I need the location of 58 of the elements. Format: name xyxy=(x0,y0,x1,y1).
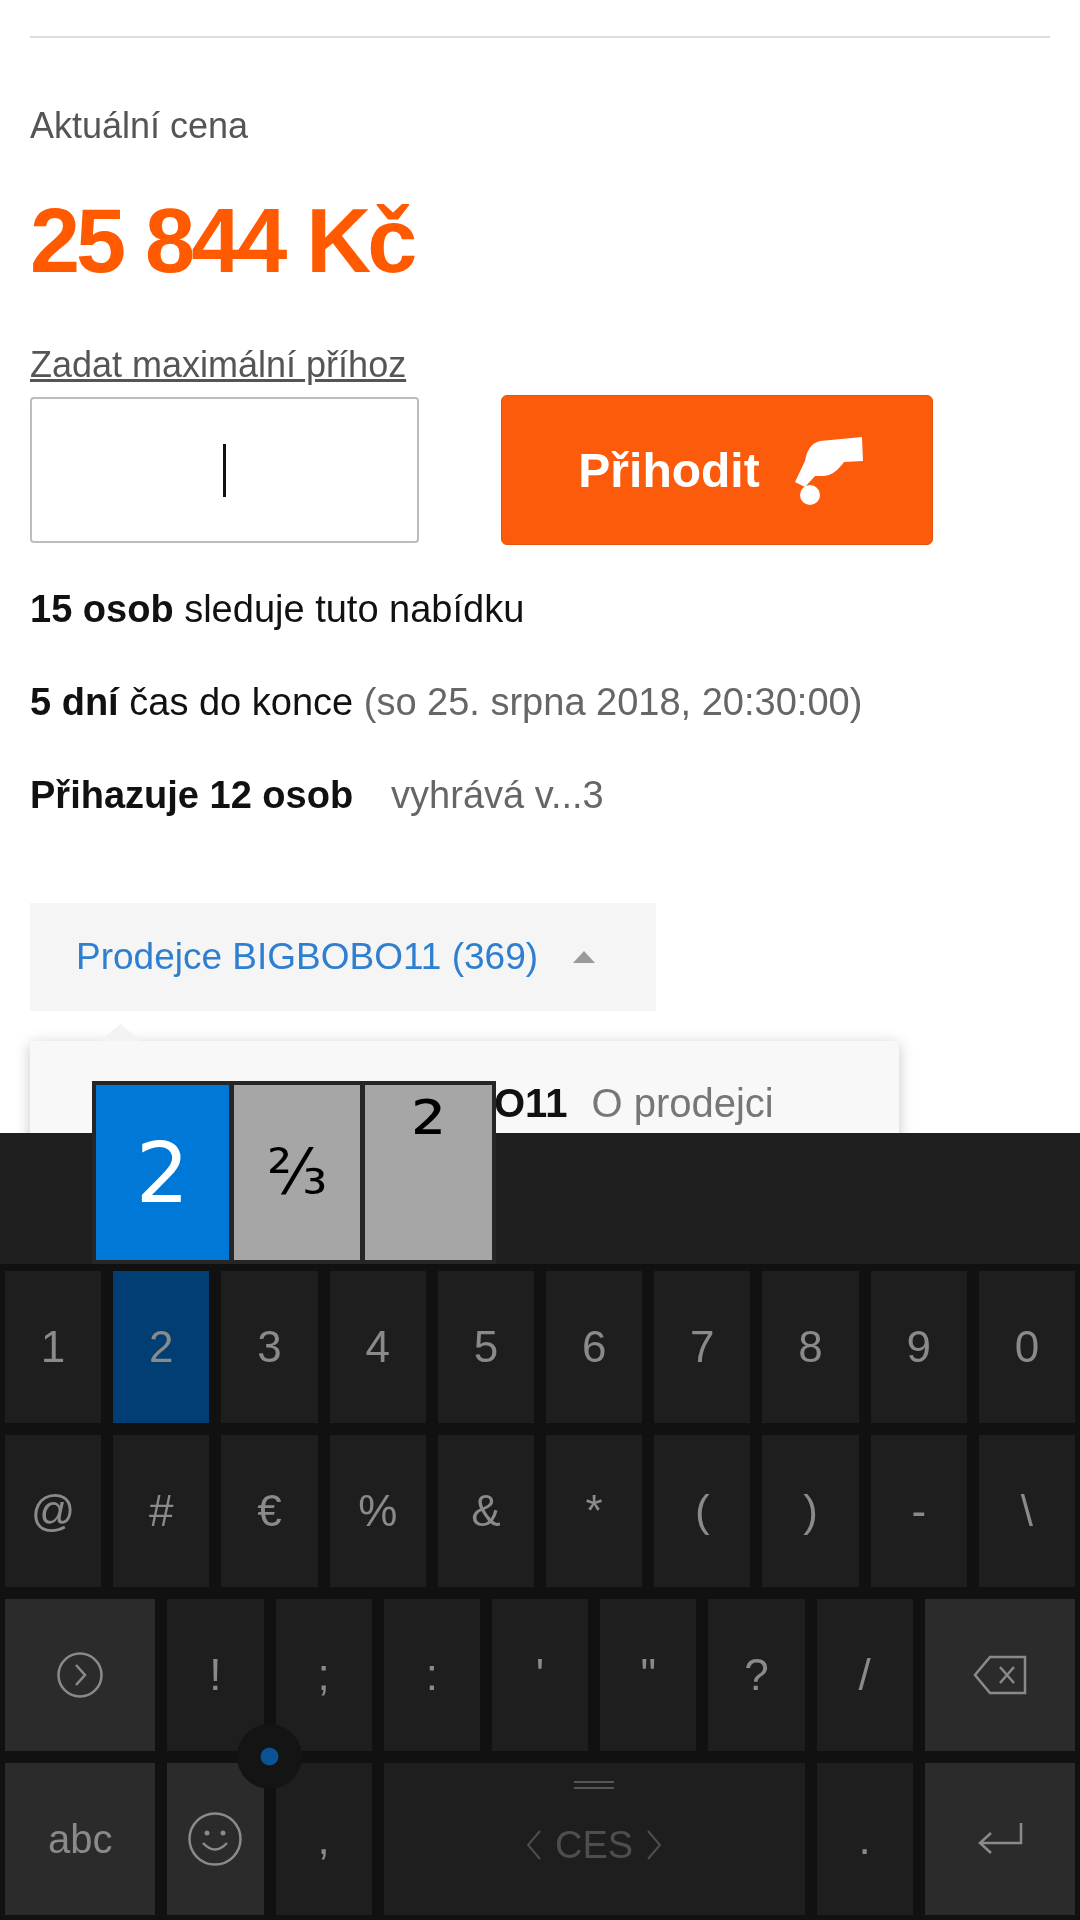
keyboard-key[interactable]: / xyxy=(816,1599,913,1751)
keyboard-key[interactable]: 7 xyxy=(654,1271,751,1423)
keyboard-key[interactable]: " xyxy=(600,1599,697,1751)
keyboard-key[interactable]: ' xyxy=(491,1599,589,1751)
keyboard-key[interactable]: # xyxy=(113,1435,210,1587)
keyboard-key[interactable]: 1 xyxy=(5,1271,102,1423)
next-key[interactable] xyxy=(5,1599,156,1751)
current-price: 25 844 Kč xyxy=(30,193,415,289)
abc-key[interactable]: abc xyxy=(5,1763,156,1915)
keyboard-key[interactable]: ( xyxy=(654,1435,751,1587)
grip-lines-icon xyxy=(574,1781,615,1789)
leading-bidder: vyhrává v...3 xyxy=(391,773,604,817)
watchers-text: 15 osob sleduje tuto nabídku xyxy=(30,587,525,631)
keyboard-key[interactable]: & xyxy=(437,1435,534,1587)
keyboard-key[interactable]: 0 xyxy=(978,1271,1076,1423)
keyboard-key[interactable]: * xyxy=(546,1435,643,1587)
candidate-key[interactable]: ⅔ xyxy=(233,1085,361,1260)
chevron-left-icon xyxy=(527,1830,542,1860)
keyboard-key[interactable]: ! xyxy=(167,1599,264,1751)
time-left-text: 5 dní čas do konce (so 25. srpna 2018, 20:30:00) xyxy=(30,680,863,724)
emoji-key[interactable] xyxy=(167,1763,264,1915)
keyboard-key[interactable]: € xyxy=(221,1435,318,1587)
trackpoint-icon[interactable] xyxy=(237,1724,302,1789)
max-bid-link[interactable]: Zadat maximální příhoz xyxy=(30,345,407,385)
price-label: Aktuální cena xyxy=(30,106,249,146)
smiley-icon xyxy=(188,1812,243,1866)
chevron-right-icon xyxy=(647,1830,662,1860)
keyboard-key[interactable]: , xyxy=(275,1763,372,1915)
bid-input-field[interactable] xyxy=(30,397,419,543)
keyboard-key[interactable]: - xyxy=(870,1435,967,1587)
bid-button[interactable]: Přihodit xyxy=(501,395,933,545)
seller-name: O11 xyxy=(494,1081,568,1125)
keyboard-key[interactable]: @ xyxy=(5,1435,102,1587)
enter-key[interactable] xyxy=(924,1763,1075,1915)
keyboard-key[interactable]: ) xyxy=(762,1435,859,1587)
circle-chevron-icon xyxy=(57,1652,104,1698)
backspace-icon xyxy=(972,1655,1027,1695)
keyboard-key[interactable]: : xyxy=(383,1599,480,1751)
bidders-count: Přihazuje 12 osob xyxy=(30,773,354,817)
keyboard-key[interactable]: \ xyxy=(978,1435,1076,1587)
keyboard-key[interactable]: 3 xyxy=(221,1271,318,1423)
candidate-key[interactable]: ² xyxy=(365,1085,492,1260)
keyboard-key[interactable]: ; xyxy=(275,1599,372,1751)
about-seller-link[interactable]: O prodejci xyxy=(591,1081,774,1125)
keyboard-key[interactable]: ? xyxy=(708,1599,805,1751)
keyboard-key[interactable]: . xyxy=(816,1763,913,1915)
keyboard-key[interactable]: 4 xyxy=(329,1271,426,1423)
backspace-key[interactable] xyxy=(924,1599,1075,1751)
keyboard-key[interactable]: 8 xyxy=(762,1271,859,1423)
caret-up-icon xyxy=(573,951,596,963)
keyboard-key[interactable]: 9 xyxy=(870,1271,967,1423)
keyboard-key[interactable]: % xyxy=(329,1435,426,1587)
keyboard-key[interactable]: 2 xyxy=(113,1271,210,1423)
keyboard-key[interactable]: 5 xyxy=(437,1271,534,1423)
seller-toggle[interactable]: Prodejce BIGBOBO11 (369) xyxy=(30,903,656,1011)
keyboard-key[interactable]: 6 xyxy=(546,1271,643,1423)
candidate-key[interactable]: 2 xyxy=(96,1085,229,1260)
text-cursor-icon xyxy=(223,443,226,497)
